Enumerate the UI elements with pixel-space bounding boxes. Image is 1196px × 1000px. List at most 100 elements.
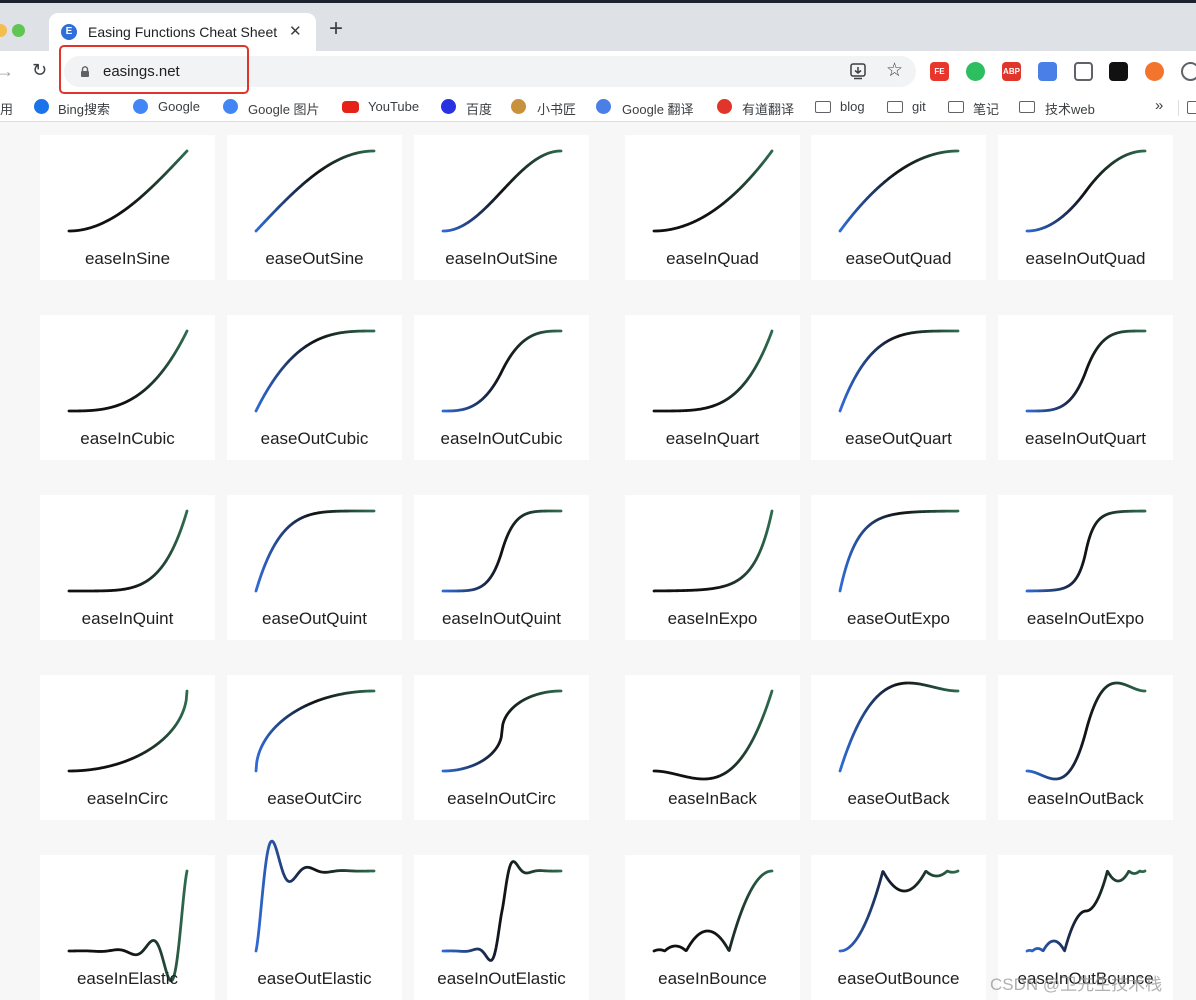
- easing-card-easeOutBack[interactable]: easeOutBack: [811, 675, 986, 820]
- easing-path-easeInBounce: [652, 869, 774, 953]
- xiaoshujiang-icon: [511, 99, 526, 114]
- easing-path-easeInOutExpo: [1025, 509, 1147, 593]
- translate-icon: [596, 99, 611, 114]
- tab-strip: E Easing Functions Cheat Sheet ✕ +: [0, 3, 1196, 51]
- easing-label-easeInOutElastic: easeInOutElastic: [437, 969, 566, 988]
- lifebuoy-icon[interactable]: [1145, 62, 1164, 81]
- easing-label-easeInOutQuad: easeInOutQuad: [1025, 249, 1146, 268]
- folder-icon: [948, 101, 964, 113]
- easing-card-easeOutQuint[interactable]: easeOutQuint: [227, 495, 402, 640]
- easing-card-easeInQuad[interactable]: easeInQuad: [625, 135, 800, 280]
- easing-path-easeInCirc: [67, 689, 189, 773]
- bookmark-apps[interactable]: 用: [0, 99, 13, 118]
- easing-label-easeInSine: easeInSine: [84, 249, 171, 268]
- easing-label-easeOutCirc: easeOutCirc: [267, 789, 362, 808]
- forward-arrow-icon[interactable]: →: [0, 61, 14, 82]
- bookmark-youdao[interactable]: 有道翻译: [742, 99, 794, 118]
- easing-card-easeOutCubic[interactable]: easeOutCubic: [227, 315, 402, 460]
- easing-label-easeInElastic: easeInElastic: [76, 969, 179, 988]
- evernote-icon[interactable]: [966, 62, 985, 81]
- adblock-icon[interactable]: ABP: [1002, 62, 1021, 81]
- bookmarks-more-button[interactable]: »: [1155, 97, 1163, 114]
- easing-label-easeInOutQuart: easeInOutQuart: [1025, 429, 1146, 448]
- easing-path-easeOutBounce: [838, 869, 960, 953]
- fe-extension-icon[interactable]: FE: [930, 62, 949, 81]
- easing-card-easeInOutCubic[interactable]: easeInOutCubic: [414, 315, 589, 460]
- easing-card-easeInOutExpo[interactable]: easeInOutExpo: [998, 495, 1173, 640]
- dual-window-icon[interactable]: [1109, 62, 1128, 81]
- easing-card-easeInOutElastic[interactable]: easeInOutElastic: [414, 855, 589, 1000]
- easing-card-easeInQuint[interactable]: easeInQuint: [40, 495, 215, 640]
- bookmark-youtube[interactable]: YouTube: [368, 99, 419, 114]
- bing-icon: [34, 99, 49, 114]
- easing-card-easeOutSine[interactable]: easeOutSine: [227, 135, 402, 280]
- reading-list-icon[interactable]: [1187, 101, 1196, 114]
- easing-label-easeOutSine: easeOutSine: [265, 249, 364, 268]
- easing-label-easeOutExpo: easeOutExpo: [846, 609, 950, 628]
- easing-label-easeInCubic: easeInCubic: [80, 429, 175, 448]
- easing-path-easeOutBack: [838, 681, 960, 773]
- google-icon: [133, 99, 148, 114]
- easing-card-easeInOutQuart[interactable]: easeInOutQuart: [998, 315, 1173, 460]
- reload-icon[interactable]: ↻: [32, 60, 47, 81]
- easing-card-easeOutCirc[interactable]: easeOutCirc: [227, 675, 402, 820]
- bookmark-google-images[interactable]: Google 图片: [248, 99, 320, 118]
- easing-path-easeInQuad: [652, 149, 774, 233]
- easing-card-easeInQuart[interactable]: easeInQuart: [625, 315, 800, 460]
- easing-card-easeOutExpo[interactable]: easeOutExpo: [811, 495, 986, 640]
- easing-label-easeInOutCubic: easeInOutCubic: [440, 429, 563, 448]
- youtube-icon: [342, 101, 359, 113]
- minimize-button[interactable]: [0, 24, 7, 37]
- google-icon: [223, 99, 238, 114]
- tab-close-icon[interactable]: ✕: [289, 22, 302, 40]
- easing-card-easeInOutBack[interactable]: easeInOutBack: [998, 675, 1173, 820]
- easing-card-easeOutElastic[interactable]: easeOutElastic: [227, 839, 402, 1000]
- easing-card-easeOutQuart[interactable]: easeOutQuart: [811, 315, 986, 460]
- youdao-icon: [717, 99, 732, 114]
- easing-card-easeInOutQuint[interactable]: easeInOutQuint: [414, 495, 589, 640]
- bookmark-star-icon[interactable]: ☆: [886, 59, 903, 82]
- bookmark-git[interactable]: git: [912, 99, 926, 114]
- tv-extension-icon[interactable]: [1074, 62, 1093, 81]
- easing-card-easeInBack[interactable]: easeInBack: [625, 675, 800, 820]
- easing-card-easeInOutSine[interactable]: easeInOutSine: [414, 135, 589, 280]
- easing-path-easeOutExpo: [838, 509, 960, 593]
- easing-path-easeInExpo: [652, 509, 774, 593]
- easing-card-easeOutBounce[interactable]: easeOutBounce: [811, 855, 986, 1000]
- easing-card-easeInExpo[interactable]: easeInExpo: [625, 495, 800, 640]
- easing-label-easeOutQuart: easeOutQuart: [845, 429, 952, 448]
- easing-path-easeInCubic: [67, 329, 189, 413]
- easing-path-easeOutCubic: [254, 329, 376, 413]
- easing-card-easeOutQuad[interactable]: easeOutQuad: [811, 135, 986, 280]
- easing-card-easeInCubic[interactable]: easeInCubic: [40, 315, 215, 460]
- baidu-icon: [441, 99, 456, 114]
- bookmark-xiaoshujiang[interactable]: 小书匠: [537, 99, 576, 118]
- translate-extension-icon[interactable]: [1038, 62, 1057, 81]
- tab-title: Easing Functions Cheat Sheet: [88, 24, 278, 40]
- easing-label-easeOutBounce: easeOutBounce: [837, 969, 960, 988]
- easing-card-easeInOutCirc[interactable]: easeInOutCirc: [414, 675, 589, 820]
- bookmark-google[interactable]: Google: [158, 99, 200, 114]
- easing-card-easeInElastic[interactable]: easeInElastic: [40, 855, 215, 1000]
- bookmarks-bar: 用 Bing搜索 Google Google 图片 YouTube 百度 小书匠 Google…: [0, 92, 1196, 122]
- easing-card-easeInOutQuad[interactable]: easeInOutQuad: [998, 135, 1173, 280]
- bookmark-google-translate[interactable]: Google 翻译: [622, 99, 694, 118]
- bookmark-bing[interactable]: Bing搜索: [58, 99, 110, 118]
- easing-label-easeOutCubic: easeOutCubic: [260, 429, 369, 448]
- bookmark-notes[interactable]: 笔记: [973, 99, 999, 118]
- new-tab-button[interactable]: +: [329, 17, 343, 41]
- easing-card-easeInSine[interactable]: easeInSine: [40, 135, 215, 280]
- bookmark-baidu[interactable]: 百度: [466, 99, 492, 118]
- easing-path-easeInOutSine: [441, 149, 563, 233]
- easing-card-easeInCirc[interactable]: easeInCirc: [40, 675, 215, 820]
- puzzle-icon[interactable]: [1181, 62, 1196, 81]
- bookmark-tech-web[interactable]: 技术web: [1045, 99, 1095, 118]
- url-highlight-box: [59, 45, 249, 94]
- install-app-icon[interactable]: [849, 62, 867, 80]
- easing-path-easeInOutQuad: [1025, 149, 1147, 233]
- zoom-button[interactable]: [12, 24, 25, 37]
- bookmark-blog[interactable]: blog: [840, 99, 865, 114]
- easing-card-easeInBounce[interactable]: easeInBounce: [625, 855, 800, 1000]
- easing-label-easeInOutCirc: easeInOutCirc: [447, 789, 556, 808]
- folder-icon: [887, 101, 903, 113]
